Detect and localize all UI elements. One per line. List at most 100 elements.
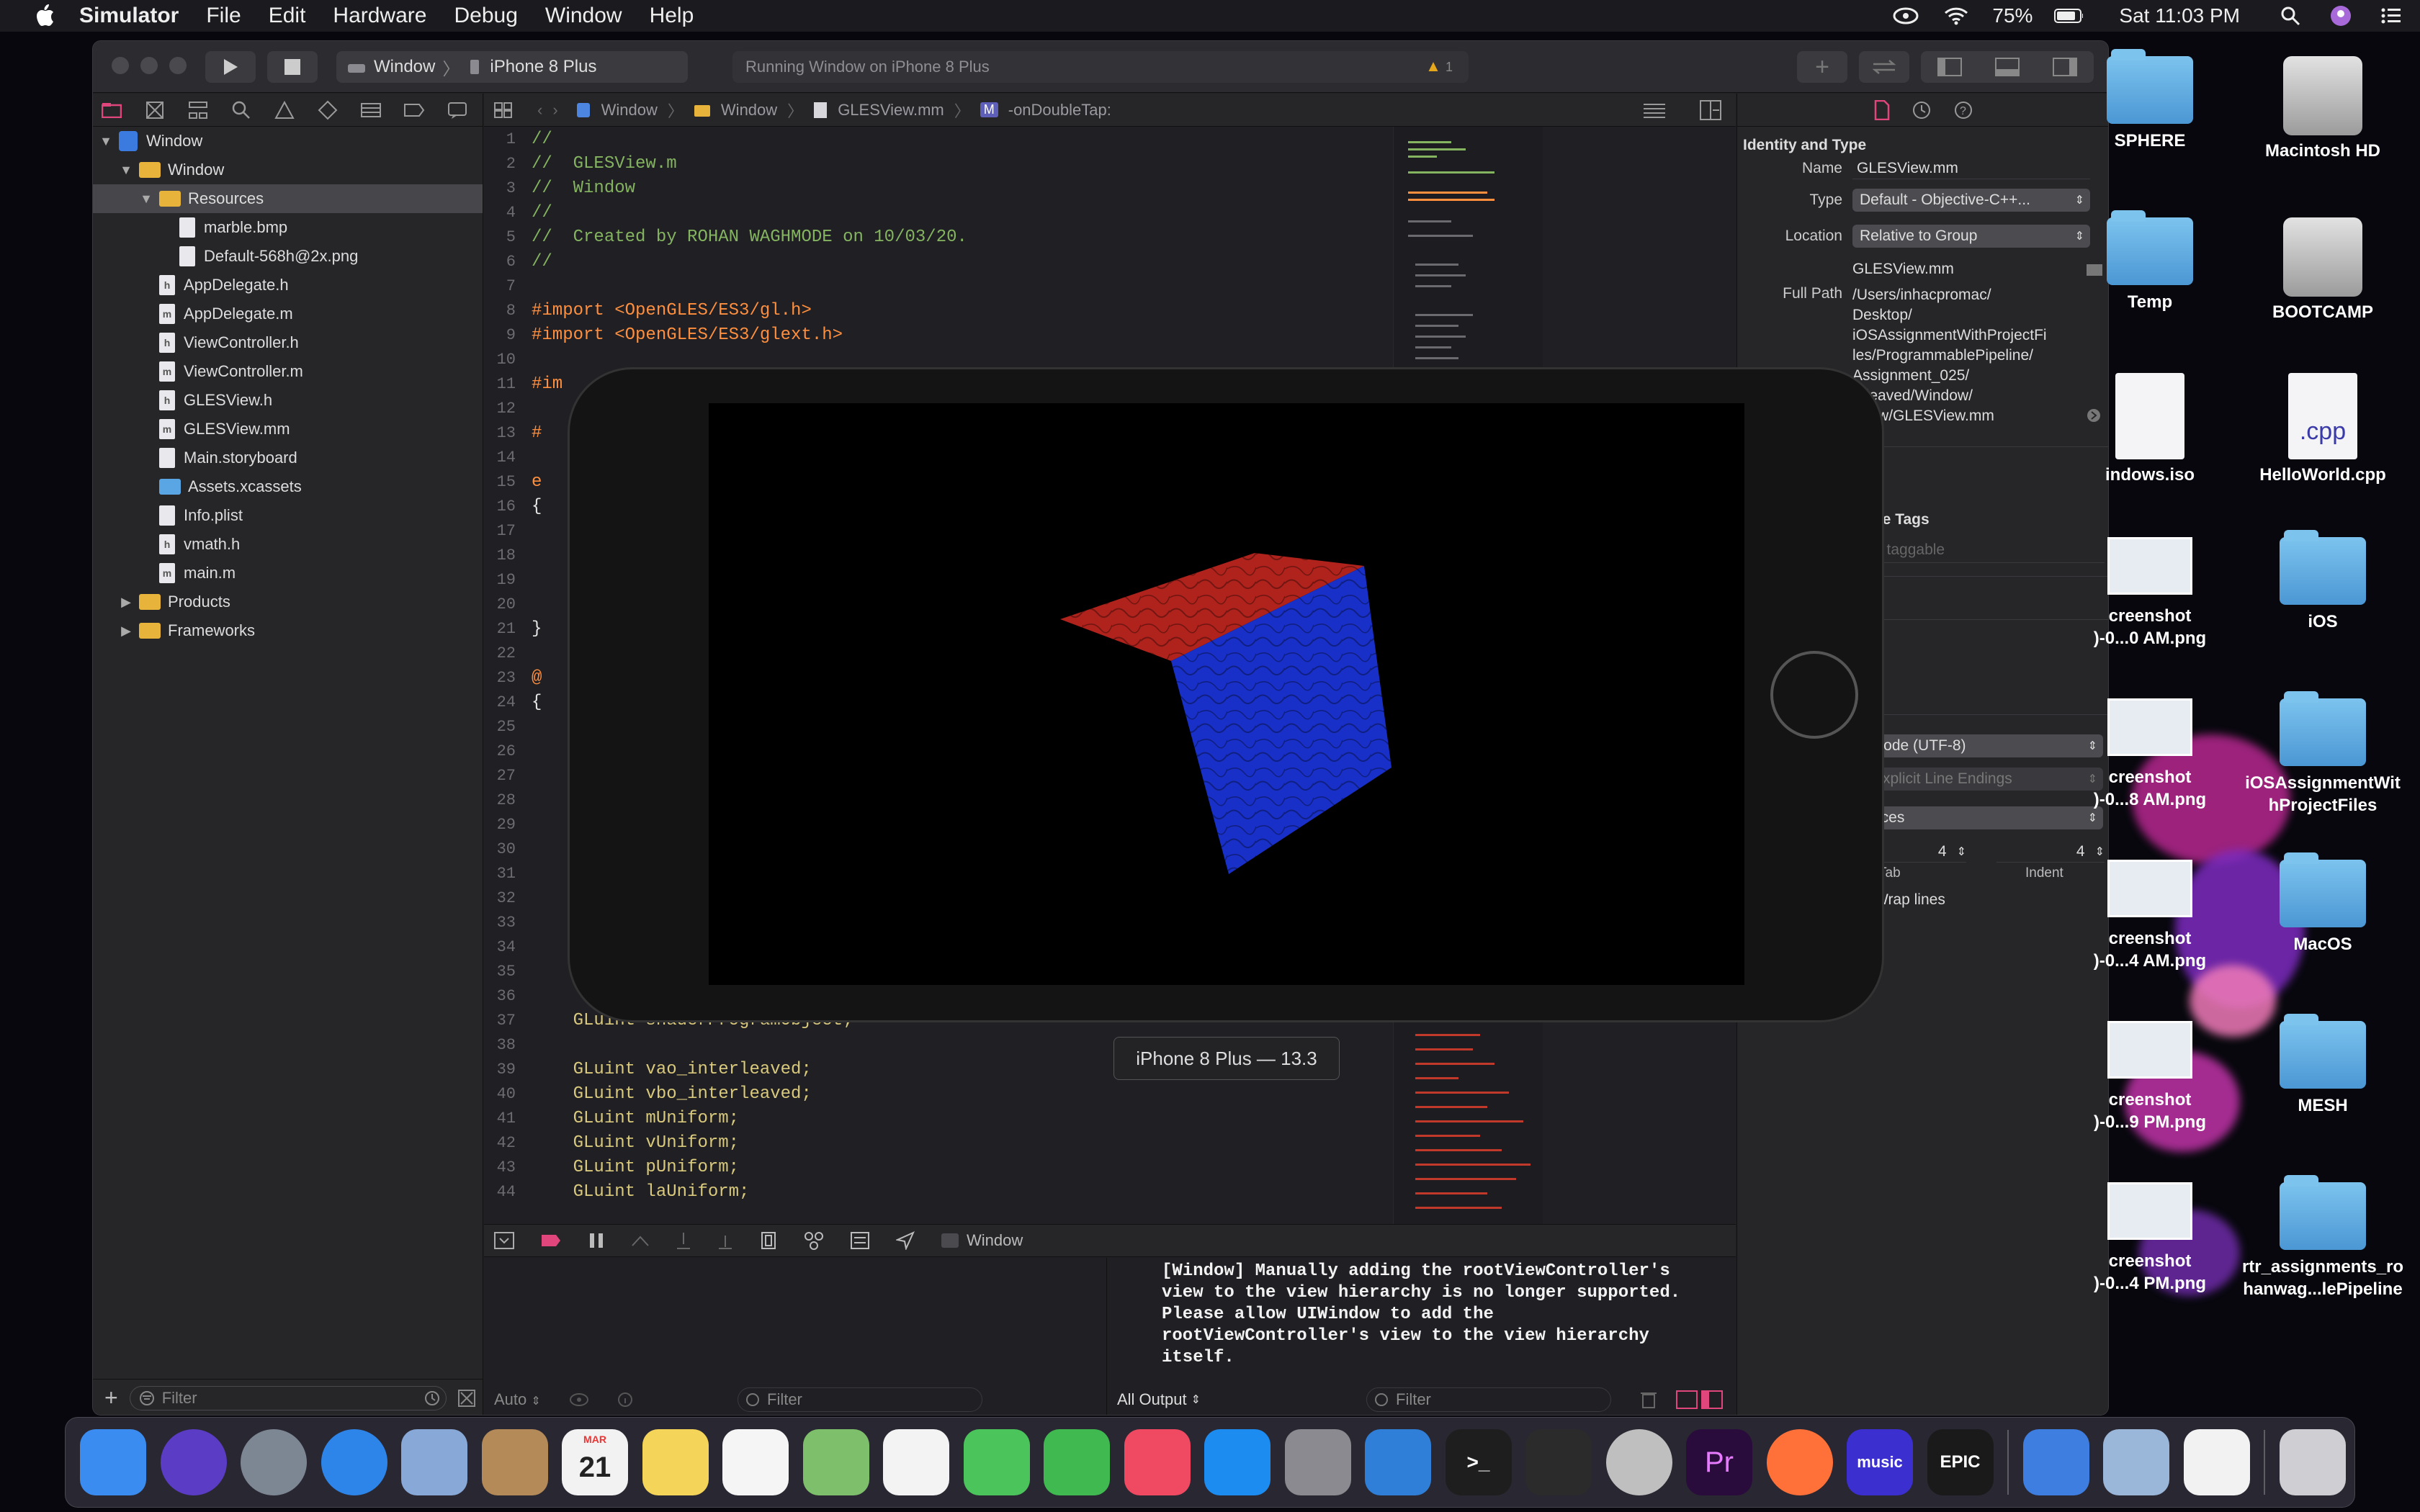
line-number[interactable]: 17: [484, 522, 532, 540]
code-line[interactable]: 39 GLuint vao_interleaved;: [484, 1057, 1543, 1081]
line-number[interactable]: 39: [484, 1061, 532, 1079]
breakpoint-tab-icon[interactable]: [403, 99, 426, 122]
desktop-item[interactable]: SPHERE: [2060, 49, 2240, 152]
line-number[interactable]: 16: [484, 498, 532, 516]
jump-crumb-project[interactable]: Window: [601, 101, 658, 120]
menu-window[interactable]: Window: [545, 4, 622, 28]
stop-button[interactable]: [267, 51, 318, 83]
code-line[interactable]: 8 #import <OpenGLES/ES3/gl.h>: [484, 298, 1543, 323]
toggle-navigator-icon[interactable]: [1937, 58, 1962, 76]
simulator-screen[interactable]: [709, 403, 1744, 985]
contacts-icon[interactable]: [481, 1429, 548, 1495]
line-number[interactable]: 5: [484, 228, 532, 246]
line-number[interactable]: 42: [484, 1134, 532, 1152]
line-number[interactable]: 37: [484, 1012, 532, 1030]
wifi-icon[interactable]: [1942, 4, 1971, 27]
minimize-window-button[interactable]: [140, 57, 158, 74]
desktop-item[interactable]: .cpp HelloWorld.cpp: [2233, 373, 2413, 486]
navigator-row[interactable]: marble.bmp: [93, 213, 483, 242]
find-tab-icon[interactable]: [230, 99, 253, 122]
warning-indicator[interactable]: ▲ 1: [1425, 57, 1453, 76]
line-number[interactable]: 25: [484, 718, 532, 736]
add-editor-icon[interactable]: [1700, 99, 1721, 120]
disclosure-triangle-icon[interactable]: ▼: [99, 134, 113, 149]
line-number[interactable]: 29: [484, 816, 532, 834]
navigator-row[interactable]: ▼ Window: [93, 156, 483, 184]
scheme-selector[interactable]: Window 〉 iPhone 8 Plus: [336, 51, 688, 83]
menu-help[interactable]: Help: [650, 4, 694, 28]
navigator-row[interactable]: Info.plist: [93, 501, 483, 530]
navigator-row[interactable]: h vmath.h: [93, 530, 483, 559]
finder-icon[interactable]: [80, 1429, 146, 1495]
console[interactable]: [Window] Manually adding the rootViewCon…: [1107, 1258, 1736, 1415]
desktop-item[interactable]: creenshot )-0...4 AM.png: [2060, 860, 2240, 972]
reminders-icon[interactable]: [722, 1429, 789, 1495]
code-line[interactable]: 1//: [484, 127, 1543, 151]
desktop-item[interactable]: Macintosh HD: [2233, 56, 2413, 162]
menu-clock[interactable]: Sat 11:03 PM: [2119, 4, 2240, 27]
line-number[interactable]: 9: [484, 326, 532, 344]
maps-icon[interactable]: [802, 1429, 869, 1495]
app-menu[interactable]: Simulator: [79, 4, 179, 28]
navigator-filter-field[interactable]: Filter: [129, 1385, 447, 1410]
pause-icon[interactable]: [588, 1232, 605, 1249]
line-number[interactable]: 20: [484, 595, 532, 613]
code-line[interactable]: 9 #import <OpenGLES/ES3/glext.h>: [484, 323, 1543, 347]
disclosure-triangle-icon[interactable]: ▼: [139, 192, 153, 207]
step-over-icon[interactable]: [631, 1233, 650, 1248]
line-number[interactable]: 34: [484, 938, 532, 956]
siri-icon[interactable]: [160, 1429, 227, 1495]
line-number[interactable]: 33: [484, 914, 532, 932]
line-number[interactable]: 8: [484, 302, 532, 320]
user-avatar-icon[interactable]: [2326, 4, 2355, 27]
disclosure-triangle-icon[interactable]: ▼: [119, 163, 133, 178]
navigator-row[interactable]: Assets.xcassets: [93, 472, 483, 501]
recent-files-icon[interactable]: [424, 1390, 440, 1406]
forward-arrow-icon[interactable]: ›: [552, 101, 557, 120]
line-number[interactable]: 26: [484, 742, 532, 760]
line-number[interactable]: 35: [484, 963, 532, 981]
step-out-icon[interactable]: [717, 1231, 733, 1250]
navigator-row[interactable]: ▶ Frameworks: [93, 616, 483, 645]
line-number[interactable]: 4: [484, 204, 532, 222]
back-arrow-icon[interactable]: ‹: [537, 101, 542, 120]
variables-filter-field[interactable]: Filter: [738, 1387, 982, 1412]
add-file-icon[interactable]: +: [104, 1385, 118, 1411]
jump-crumb-file[interactable]: GLESView.mm: [838, 101, 944, 120]
run-button[interactable]: [205, 51, 256, 83]
line-number[interactable]: 38: [484, 1036, 532, 1054]
code-line[interactable]: 43 GLuint pUniform;: [484, 1155, 1543, 1179]
line-number[interactable]: 18: [484, 546, 532, 564]
zoom-window-button[interactable]: [169, 57, 187, 74]
navigator-row[interactable]: Main.storyboard: [93, 444, 483, 472]
line-number[interactable]: 44: [484, 1183, 532, 1201]
desktop-item[interactable]: iOSAssignmentWit hProjectFiles: [2233, 691, 2413, 816]
creative-cloud-icon[interactable]: [1891, 4, 1920, 27]
line-number[interactable]: 13: [484, 424, 532, 442]
stepper-icon[interactable]: ⇕: [1957, 845, 1966, 859]
output-selector[interactable]: All Output ⇕: [1117, 1387, 1201, 1412]
photos-icon[interactable]: [883, 1429, 949, 1495]
line-number[interactable]: 22: [484, 644, 532, 662]
code-line[interactable]: 4//: [484, 200, 1543, 225]
navigator-row[interactable]: h ViewController.h: [93, 328, 483, 357]
close-window-button[interactable]: [112, 57, 129, 74]
test-tab-icon[interactable]: [316, 99, 339, 122]
desktop-item[interactable]: creenshot )-0...8 AM.png: [2060, 698, 2240, 811]
desktop-item[interactable]: creenshot )-0...0 AM.png: [2060, 537, 2240, 649]
navigator-row[interactable]: h AppDelegate.h: [93, 271, 483, 300]
desktop-item[interactable]: iOS: [2233, 530, 2413, 633]
messages-icon[interactable]: [963, 1429, 1030, 1495]
line-number[interactable]: 7: [484, 277, 532, 295]
report-tab-icon[interactable]: [446, 99, 469, 122]
desktop-item[interactable]: indows.iso: [2060, 373, 2240, 486]
home-button[interactable]: [1770, 651, 1858, 739]
textedit-icon[interactable]: [2183, 1429, 2250, 1495]
xcode-icon[interactable]: [1365, 1429, 1431, 1495]
firefox-icon[interactable]: [1766, 1429, 1833, 1495]
hide-debug-area-icon[interactable]: [494, 1232, 514, 1249]
simulator-icon[interactable]: [2022, 1429, 2089, 1495]
calendar-icon[interactable]: MAR 21: [562, 1429, 628, 1495]
view-debugger-icon[interactable]: [759, 1231, 778, 1250]
menu-hardware[interactable]: Hardware: [333, 4, 426, 28]
